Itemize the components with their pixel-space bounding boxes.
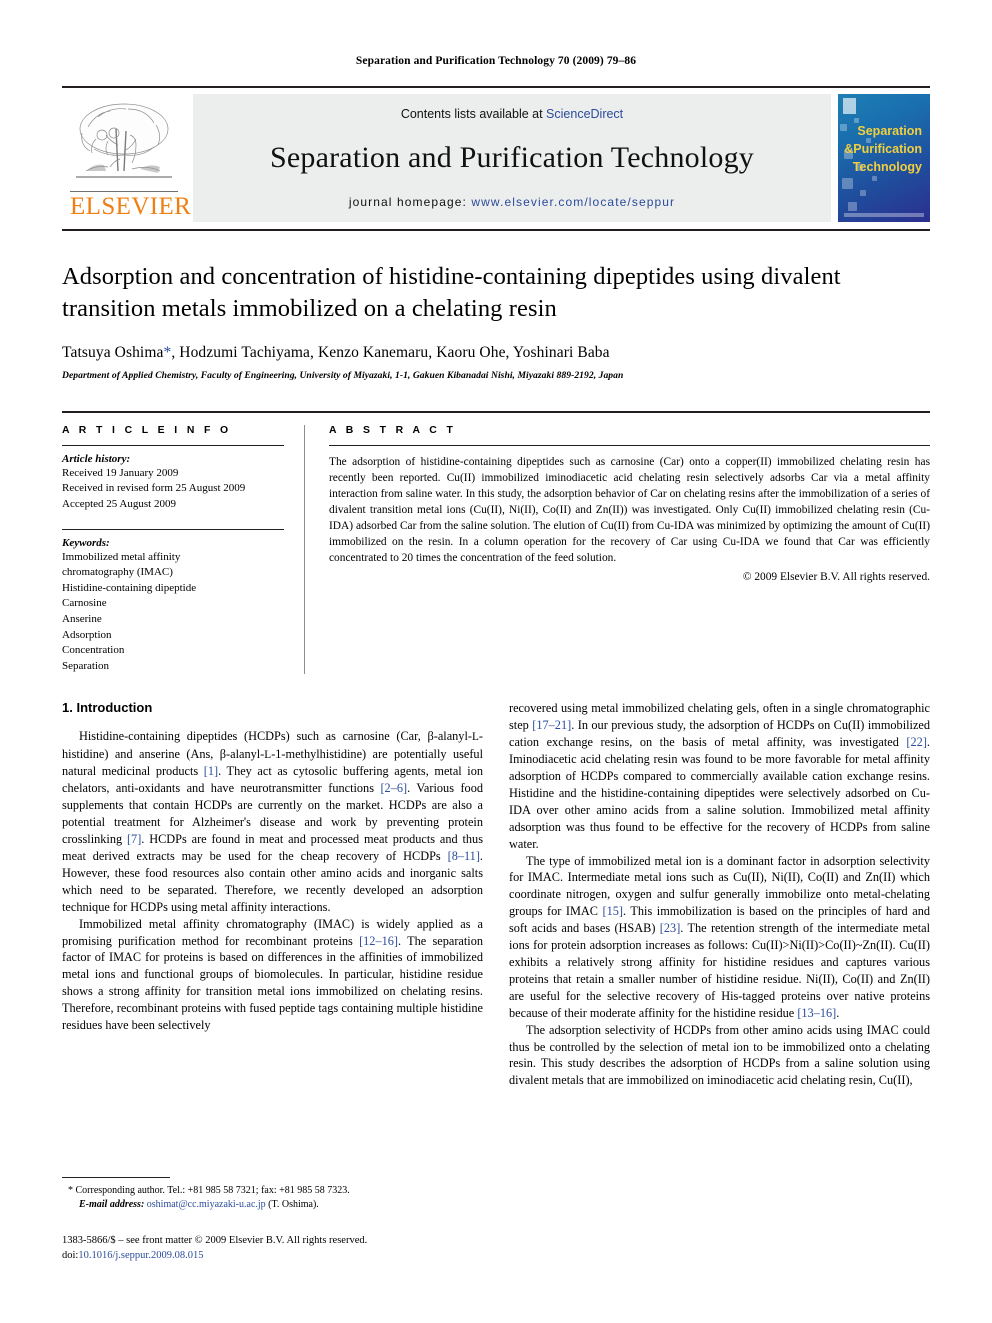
sciencedirect-link[interactable]: ScienceDirect: [546, 107, 623, 121]
article-info-heading: A R T I C L E I N F O: [62, 424, 232, 436]
cover-footer-band: [844, 213, 924, 217]
cover-publisher-mark-icon: [843, 98, 856, 114]
contents-available-line: Contents lists available at ScienceDirec…: [401, 107, 623, 121]
body-column-right: recovered using metal immobilized chelat…: [509, 700, 930, 1089]
footnote-marker: *: [68, 1185, 73, 1197]
doi-label: doi:: [62, 1249, 79, 1261]
keywords-rule: [62, 528, 284, 530]
keyword-item: Carnosine: [62, 597, 107, 610]
history-item: Received 19 January 2009: [62, 466, 179, 479]
masthead-center-panel: Contents lists available at ScienceDirec…: [193, 94, 831, 222]
journal-homepage-line: journal homepage: www.elsevier.com/locat…: [349, 195, 675, 209]
homepage-prefix: journal homepage:: [348, 195, 472, 209]
email-suffix: (T. Oshima).: [265, 1199, 319, 1211]
article-history-label: Article history:: [62, 452, 131, 465]
body-column-left: 1. Introduction Histidine-containing dip…: [62, 700, 483, 1089]
keyword-item: Histidine-containing dipeptide: [62, 581, 197, 594]
elsevier-logo: ELSEVIER: [62, 94, 192, 222]
keyword-item: chromatography (IMAC): [62, 566, 173, 579]
keywords-list: Immobilized metal affinity chromatograph…: [62, 550, 284, 675]
paragraph: Histidine-containing dipeptides (HCDPs) …: [62, 729, 483, 914]
keyword-item: Concentration: [62, 644, 125, 657]
keywords-block: Keywords: Immobilized metal affinity chr…: [62, 528, 284, 675]
journal-title: Separation and Purification Technology: [270, 141, 754, 174]
cover-title-line3: Technology: [852, 160, 922, 175]
article-info-column: A R T I C L E I N F O Article history: R…: [62, 424, 305, 675]
journal-masthead: ELSEVIER Contents lists available at Sci…: [62, 86, 930, 222]
corresponding-author-footnote: * Corresponding author. Tel.: +81 985 58…: [62, 1184, 494, 1212]
footnote-rule: [62, 1177, 170, 1179]
abstract-text: The adsorption of histidine-containing d…: [329, 455, 930, 564]
keywords-label: Keywords:: [62, 536, 110, 549]
contents-prefix: Contents lists available at: [400, 107, 547, 121]
article-page: Separation and Purification Technology 7…: [0, 0, 992, 1323]
doi-link[interactable]: 10.1016/j.seppur.2009.08.015: [78, 1250, 203, 1261]
abstract-copyright: © 2009 Elsevier B.V. All rights reserved…: [742, 571, 930, 584]
author-rest: , Hodzumi Tachiyama, Kenzo Kanemaru, Kao…: [171, 343, 610, 361]
email-address-label: E-mail address:: [79, 1199, 145, 1211]
homepage-url-link[interactable]: www.elsevier.com/locate/seppur: [471, 195, 675, 209]
article-info-rule: [62, 444, 284, 446]
cover-title: Separation &Purification Technology: [838, 122, 926, 176]
paragraph: recovered using metal immobilized chelat…: [509, 701, 931, 851]
cover-title-line2: &Purification: [844, 142, 922, 157]
history-item: Received in revised form 25 August 2009: [62, 482, 246, 495]
author-first: Tatsuya Oshima: [62, 343, 164, 361]
info-abstract-region: A R T I C L E I N F O Article history: R…: [62, 410, 930, 675]
abstract-heading: A B S T R A C T: [329, 424, 457, 436]
body-columns: 1. Introduction Histidine-containing dip…: [62, 700, 930, 1089]
keyword-item: Anserine: [62, 612, 102, 625]
issn-copyright-block: 1383-5866/$ – see front matter © 2009 El…: [62, 1233, 494, 1263]
history-item: Accepted 25 August 2009: [62, 497, 176, 510]
section-title-introduction: 1. Introduction: [62, 700, 153, 716]
paragraph: The type of immobilized metal ion is a d…: [509, 853, 930, 1020]
journal-cover-thumbnail[interactable]: Separation &Purification Technology: [838, 94, 930, 222]
title-block: Adsorption and concentration of histidin…: [62, 231, 930, 381]
issn-line: 1383-5866/$ – see front matter © 2009 El…: [62, 1234, 368, 1246]
paragraph: The adsorption selectivity of HCDPs from…: [509, 1022, 930, 1088]
author-list: Tatsuya Oshima*, Hodzumi Tachiyama, Kenz…: [62, 344, 930, 362]
cover-title-line1: Separation: [857, 124, 922, 138]
article-history-list: Received 19 January 2009 Received in rev…: [62, 466, 284, 513]
article-title: Adsorption and concentration of histidin…: [62, 263, 841, 322]
affiliation: Department of Applied Chemistry, Faculty…: [62, 369, 624, 381]
abstract-column: A B S T R A C T The adsorption of histid…: [305, 425, 930, 675]
email-link[interactable]: oshimat@cc.miyazaki-u.ac.jp: [147, 1199, 266, 1210]
keyword-item: Immobilized metal affinity: [62, 550, 181, 563]
keyword-item: Adsorption: [62, 628, 112, 641]
elsevier-wordmark: ELSEVIER: [70, 191, 192, 220]
doi-line: doi:10.1016/j.seppur.2009.08.015: [62, 1248, 494, 1263]
footnote-region: * Corresponding author. Tel.: +81 985 58…: [62, 1177, 494, 1263]
paragraph: Immobilized metal affinity chromatograph…: [62, 916, 484, 1033]
abstract-rule: [329, 444, 930, 446]
running-head: Separation and Purification Technology 7…: [355, 55, 637, 67]
keyword-item: Separation: [62, 659, 110, 672]
footnote-contact-text: Corresponding author. Tel.: +81 985 58 7…: [75, 1185, 350, 1197]
elsevier-tree-icon: [76, 103, 172, 178]
